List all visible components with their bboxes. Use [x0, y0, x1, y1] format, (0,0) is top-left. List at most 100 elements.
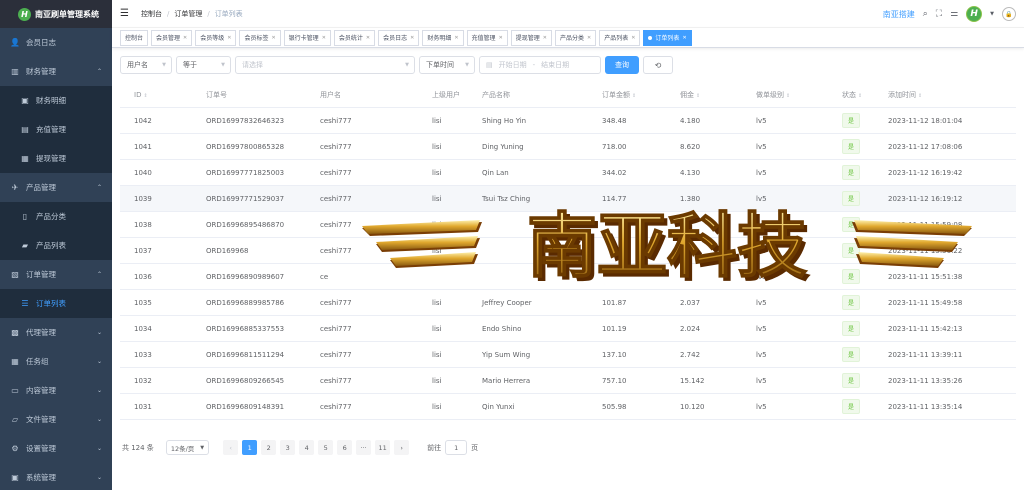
- value-select[interactable]: 请选择 ▼: [235, 56, 415, 74]
- refresh-button[interactable]: ⟲: [643, 56, 673, 74]
- sidebar-item[interactable]: 👤 会员日志: [0, 28, 112, 57]
- table-row[interactable]: 1033 ORD16996811511294 ceshi777 lisi Yip Sum…: [120, 342, 1016, 368]
- goto-page-input[interactable]: 1: [445, 440, 468, 455]
- column-header[interactable]: 做单级别 ⇕: [756, 90, 790, 100]
- close-icon[interactable]: ✕: [587, 35, 591, 41]
- table-row[interactable]: 1037 ORD169968 ceshi777 lisi lv5 是 2023-11-11 …: [120, 238, 1016, 264]
- sidebar-item[interactable]: ▦ 提现管理: [0, 144, 112, 173]
- sidebar-item[interactable]: ▣ 系统管理 ⌄: [0, 463, 112, 490]
- tag-11[interactable]: 产品列表 ✕: [599, 29, 641, 46]
- column-header[interactable]: 佣金 ⇕: [680, 90, 700, 100]
- sidebar-item[interactable]: ⚙ 设置管理 ⌄: [0, 434, 112, 463]
- prev-page-button[interactable]: ‹: [223, 440, 239, 455]
- sidebar-item[interactable]: ▭ 内容管理 ⌄: [0, 376, 112, 405]
- tag-5[interactable]: 会员统计 ✕: [333, 29, 376, 46]
- sidebar-item[interactable]: ▱ 文件管理 ⌄: [0, 405, 112, 434]
- page-button[interactable]: 3: [280, 440, 296, 455]
- page-button[interactable]: 4: [299, 440, 315, 455]
- next-page-button[interactable]: ›: [394, 440, 410, 455]
- table-row[interactable]: 1035 ORD16996889985786 ceshi777 lisi Jeffrey…: [120, 290, 1016, 316]
- tag-0[interactable]: 控制台: [120, 29, 149, 46]
- hamburger-icon[interactable]: ☰: [120, 8, 129, 19]
- table-row[interactable]: 1040 ORD16997771825003 ceshi777 lisi Qin Lan…: [120, 160, 1016, 186]
- table-row[interactable]: 1041 ORD16997800865328 ceshi777 lisi Ding Yu…: [120, 134, 1016, 160]
- page-button[interactable]: 1: [242, 440, 258, 455]
- close-icon[interactable]: ✕: [454, 35, 458, 41]
- system-title: 南亚刷单管理系统: [35, 9, 99, 19]
- page-button[interactable]: 11: [375, 440, 391, 455]
- tag-12[interactable]: 订单列表 ✕: [643, 29, 692, 46]
- start-date-input[interactable]: 开始日期: [499, 60, 527, 70]
- tag-3[interactable]: 会员标签 ✕: [239, 29, 281, 46]
- sort-icon[interactable]: ⇕: [632, 93, 636, 99]
- sidebar-item[interactable]: ▯ 产品分类: [0, 202, 112, 231]
- lock-icon[interactable]: 🔒: [1002, 7, 1016, 21]
- column-header[interactable]: ID ⇕: [134, 91, 148, 99]
- settings-icon[interactable]: ⚌: [950, 9, 958, 19]
- tag-7[interactable]: 财务明细 ✕: [422, 29, 464, 46]
- tag-9[interactable]: 提现管理 ✕: [510, 29, 552, 46]
- table-row[interactable]: 1042 ORD16997832646323 ceshi777 lisi Shing H…: [120, 108, 1016, 134]
- page-button[interactable]: 2: [261, 440, 277, 455]
- page-button[interactable]: 5: [318, 440, 334, 455]
- page-button[interactable]: 6: [337, 440, 353, 455]
- close-icon[interactable]: ✕: [410, 35, 414, 41]
- logo[interactable]: H 南亚刷单管理系统: [0, 0, 112, 28]
- sidebar-item[interactable]: ☰ 订单列表: [0, 289, 112, 318]
- column-header[interactable]: 状态 ⇕: [842, 90, 862, 100]
- sidebar-item[interactable]: ▧ 订单管理 ⌃: [0, 260, 112, 289]
- avatar[interactable]: H: [966, 6, 983, 22]
- table-cell: 1.380: [680, 194, 701, 203]
- sidebar-item[interactable]: ✈ 产品管理 ⌃: [0, 173, 112, 202]
- close-icon[interactable]: ✕: [322, 35, 326, 41]
- date-range-picker[interactable]: ▤ 开始日期 - 结束日期: [479, 56, 601, 74]
- sort-icon[interactable]: ⇕: [786, 93, 790, 99]
- tag-6[interactable]: 会员日志 ✕: [378, 29, 420, 46]
- table-row[interactable]: 1036 ORD16996890989607 ce lv5 是 2023-11-11 15…: [120, 264, 1016, 290]
- field-select[interactable]: 用户名 ▼: [120, 56, 172, 74]
- table-row[interactable]: 1031 ORD16996809148391 ceshi777 lisi Qin Yun…: [120, 394, 1016, 420]
- end-date-input[interactable]: 结束日期: [541, 60, 569, 70]
- sidebar-item[interactable]: ▰ 产品列表: [0, 231, 112, 260]
- breadcrumb-item[interactable]: 控制台: [141, 9, 162, 19]
- fullscreen-icon[interactable]: ⛶: [936, 9, 942, 19]
- sort-icon[interactable]: ⇕: [696, 93, 700, 99]
- sidebar-item[interactable]: ▥ 财务管理 ⌃: [0, 57, 112, 86]
- column-header[interactable]: 订单金额 ⇕: [602, 90, 636, 100]
- sort-icon[interactable]: ⇕: [918, 93, 922, 99]
- sort-icon[interactable]: ⇕: [858, 93, 862, 99]
- operator-select[interactable]: 等于 ▼: [176, 56, 231, 74]
- chevron-down-icon[interactable]: ▼: [990, 11, 994, 17]
- sidebar-item[interactable]: ▦ 任务组 ⌄: [0, 347, 112, 376]
- tag-2[interactable]: 会员等级 ✕: [195, 29, 237, 46]
- close-icon[interactable]: ✕: [183, 35, 187, 41]
- close-icon[interactable]: ✕: [543, 35, 547, 41]
- search-button[interactable]: 查询: [605, 56, 639, 74]
- search-icon[interactable]: ⌕: [923, 9, 928, 19]
- table-row[interactable]: 1039 ORD16997771529037 ceshi777 lisi Tsui Ts…: [120, 186, 1016, 212]
- table-row[interactable]: 1038 ORD16996895486870 ceshi777 lisi lv5 是 202…: [120, 212, 1016, 238]
- table-cell: 101.19: [602, 324, 627, 333]
- breadcrumb-item[interactable]: 订单管理: [174, 9, 202, 19]
- sidebar-item[interactable]: ▣ 财务明细: [0, 86, 112, 115]
- sort-icon[interactable]: ⇕: [143, 93, 147, 99]
- time-field-select[interactable]: 下单时间 ▼: [419, 56, 475, 74]
- page-button[interactable]: ···: [356, 440, 372, 455]
- close-icon[interactable]: ✕: [366, 35, 370, 41]
- close-icon[interactable]: ✕: [631, 35, 635, 41]
- page-size-select[interactable]: 12条/页 ▼: [165, 440, 210, 455]
- tag-1[interactable]: 会员管理 ✕: [151, 29, 193, 46]
- table-row[interactable]: 1034 ORD16996885337553 ceshi777 lisi Endo Sh…: [120, 316, 1016, 342]
- brand-link[interactable]: 南亚搭建: [883, 9, 915, 20]
- close-icon[interactable]: ✕: [271, 35, 275, 41]
- close-icon[interactable]: ✕: [227, 35, 231, 41]
- tag-8[interactable]: 充值管理 ✕: [466, 29, 508, 46]
- tag-4[interactable]: 银行卡管理 ✕: [283, 29, 331, 46]
- sidebar-item[interactable]: ▤ 充值管理: [0, 115, 112, 144]
- tag-10[interactable]: 产品分类 ✕: [554, 29, 597, 46]
- column-header[interactable]: 添加时间 ⇕: [888, 90, 922, 100]
- close-icon[interactable]: ✕: [499, 35, 503, 41]
- close-icon[interactable]: ✕: [682, 35, 686, 41]
- table-row[interactable]: 1032 ORD16996809266545 ceshi777 lisi Mario H…: [120, 368, 1016, 394]
- sidebar-item[interactable]: ▩ 代理管理 ⌄: [0, 318, 112, 347]
